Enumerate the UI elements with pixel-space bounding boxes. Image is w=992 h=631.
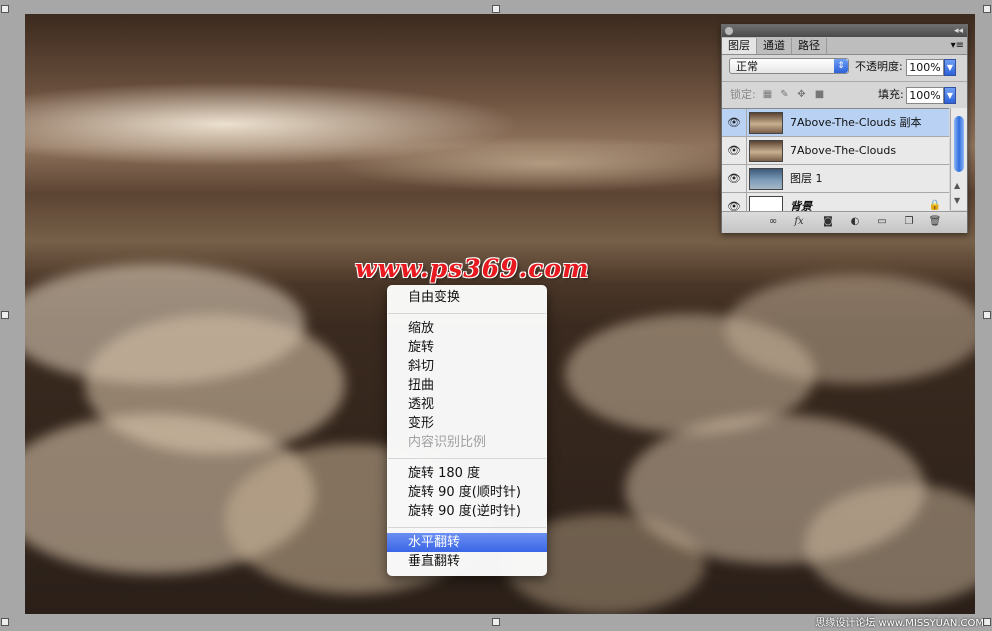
layer-thumbnail <box>749 196 783 211</box>
site-credit: 思缘设计论坛 www.MISSYUAN.COM <box>815 618 984 629</box>
chevron-updown-icon: ⇕ <box>834 59 848 73</box>
mask-icon[interactable]: ◙ <box>821 216 835 228</box>
menu-separator <box>388 458 546 459</box>
menu-item-perspective[interactable]: 透视 <box>387 395 547 414</box>
transform-handle-top-left[interactable] <box>1 5 9 13</box>
layer-row[interactable]: 👁 背景 🔒 <box>722 193 949 211</box>
tab-layers[interactable]: 图层 <box>722 38 757 54</box>
tab-channels[interactable]: 通道 <box>757 38 792 54</box>
watermark-text: www.ps369.com <box>355 254 590 283</box>
lock-position-icon[interactable]: ✥ <box>796 89 807 100</box>
layer-row[interactable]: 👁 7Above-The-Clouds <box>722 137 949 165</box>
menu-item-rotate[interactable]: 旋转 <box>387 338 547 357</box>
blend-mode-value: 正常 <box>736 60 758 73</box>
menu-item-scale[interactable]: 缩放 <box>387 319 547 338</box>
menu-item-distort[interactable]: 扭曲 <box>387 376 547 395</box>
visibility-eye-icon[interactable]: 👁 <box>722 109 747 136</box>
layer-thumbnail <box>749 140 783 162</box>
link-icon[interactable]: ∞ <box>766 216 780 228</box>
layer-row[interactable]: 👁 7Above-The-Clouds 副本 <box>722 109 949 137</box>
fill-input[interactable]: 100% <box>906 87 944 104</box>
layers-panel: ◂◂ 图层 通道 路径 ▾≡ 正常 ⇕ 不透明度: 100% ▼ 锁定: ▦ ✎… <box>721 24 968 233</box>
menu-separator <box>388 313 546 314</box>
layer-thumbnail <box>749 168 783 190</box>
layer-name: 7Above-The-Clouds <box>790 144 897 157</box>
trash-icon[interactable]: 🗑 <box>928 216 942 228</box>
transform-handle-bottom-right[interactable] <box>983 618 991 626</box>
menu-item-skew[interactable]: 斜切 <box>387 357 547 376</box>
lock-row: 锁定: ▦ ✎ ✥ ■ 填充: 100% ▼ <box>722 81 967 108</box>
folder-icon[interactable]: ▭ <box>875 216 889 228</box>
layer-thumbnail <box>749 112 783 134</box>
lock-transparency-icon[interactable]: ▦ <box>762 89 773 100</box>
transform-handle-top-right[interactable] <box>983 5 991 13</box>
transform-handle-left[interactable] <box>1 311 9 319</box>
panel-titlebar[interactable]: ◂◂ <box>722 25 967 37</box>
lock-label: 锁定: <box>730 88 756 101</box>
fill-dropdown-icon[interactable]: ▼ <box>944 87 956 104</box>
menu-item-free-transform[interactable]: 自由变换 <box>387 288 547 307</box>
new-layer-icon[interactable]: ❐ <box>902 216 916 228</box>
menu-item-rotate-180[interactable]: 旋转 180 度 <box>387 464 547 483</box>
menu-item-warp[interactable]: 变形 <box>387 414 547 433</box>
lock-all-icon[interactable]: ■ <box>814 89 825 100</box>
transform-handle-right[interactable] <box>983 311 991 319</box>
transform-context-menu: 自由变换 缩放 旋转 斜切 扭曲 透视 变形 内容识别比例 旋转 180 度 旋… <box>387 285 547 576</box>
layer-name: 7Above-The-Clouds 副本 <box>790 116 922 129</box>
menu-item-rotate-90-cw[interactable]: 旋转 90 度(顺时针) <box>387 483 547 502</box>
menu-item-rotate-90-ccw[interactable]: 旋转 90 度(逆时针) <box>387 502 547 521</box>
layer-row[interactable]: 👁 图层 1 <box>722 165 949 193</box>
panel-footer: ∞ fx ◙ ◐ ▭ ❐ 🗑 <box>722 211 967 233</box>
scroll-up-icon[interactable]: ▲ <box>954 181 960 190</box>
menu-item-content-aware-scale: 内容识别比例 <box>408 435 487 450</box>
fx-icon[interactable]: fx <box>792 216 806 228</box>
visibility-eye-icon[interactable]: 👁 <box>722 193 747 211</box>
lock-pixels-icon[interactable]: ✎ <box>779 89 790 100</box>
blend-mode-select[interactable]: 正常 ⇕ <box>729 58 849 74</box>
fill-label: 填充: <box>878 88 904 101</box>
adjustment-icon[interactable]: ◐ <box>848 216 862 228</box>
menu-item-flip-horizontal[interactable]: 水平翻转 <box>387 533 547 552</box>
layers-scrollbar[interactable]: ▲ ▼ <box>950 108 967 210</box>
layers-list: 👁 7Above-The-Clouds 副本 👁 7Above-The-Clou… <box>722 108 949 211</box>
menu-item-flip-vertical[interactable]: 垂直翻转 <box>387 552 547 571</box>
layer-name: 图层 1 <box>790 172 823 185</box>
scroll-down-icon[interactable]: ▼ <box>954 196 960 205</box>
panel-collapse-icon[interactable]: ◂◂ <box>954 25 963 37</box>
opacity-label: 不透明度: <box>855 60 903 73</box>
layer-lock-icon: 🔒 <box>928 200 941 211</box>
opacity-input[interactable]: 100% <box>906 59 944 76</box>
transform-handle-top[interactable] <box>492 5 500 13</box>
menu-separator <box>388 527 546 528</box>
opacity-dropdown-icon[interactable]: ▼ <box>944 59 956 76</box>
panel-tabs: 图层 通道 路径 ▾≡ <box>722 37 967 55</box>
tab-paths[interactable]: 路径 <box>792 38 827 54</box>
panel-menu-icon[interactable]: ▾≡ <box>951 38 964 54</box>
panel-close-icon[interactable] <box>725 27 733 35</box>
transform-handle-bottom[interactable] <box>492 618 500 626</box>
visibility-eye-icon[interactable]: 👁 <box>722 137 747 164</box>
scrollbar-thumb[interactable] <box>954 116 964 172</box>
visibility-eye-icon[interactable]: 👁 <box>722 165 747 192</box>
layer-name: 背景 <box>790 200 812 211</box>
transform-handle-bottom-left[interactable] <box>1 618 9 626</box>
